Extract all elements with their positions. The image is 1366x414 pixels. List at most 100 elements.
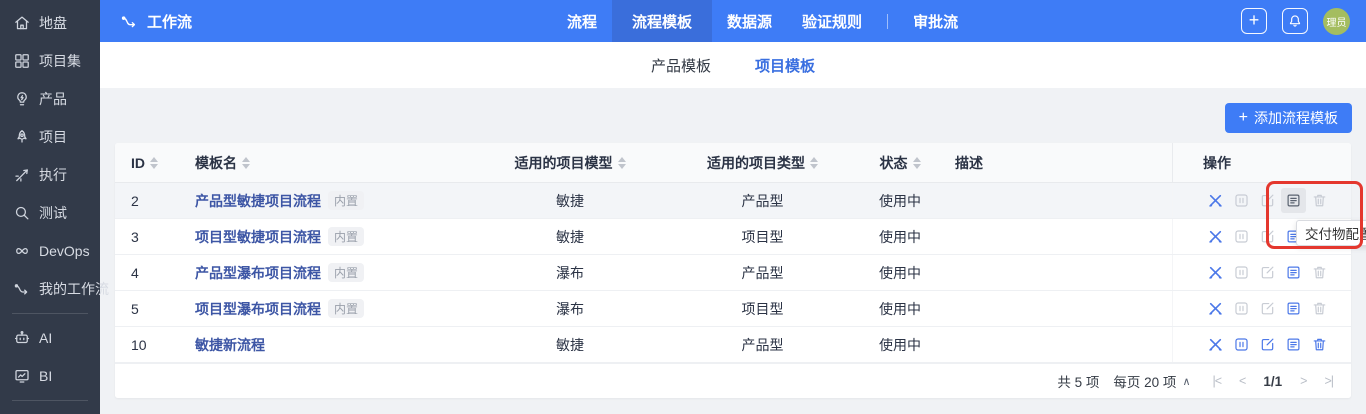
- sidebar-item-my-workflow[interactable]: 我的工作流: [0, 270, 100, 308]
- cell-status: 使用中: [845, 335, 955, 355]
- notification-button[interactable]: [1282, 8, 1308, 34]
- template-link[interactable]: 敏捷新流程: [195, 335, 265, 355]
- table-row: 5项目型瀑布项目流程内置瀑布项目型使用中: [115, 291, 1351, 327]
- sidebar-item-product[interactable]: 产品: [0, 80, 100, 118]
- current-page-indicator: 1/1: [1263, 374, 1282, 389]
- nav-item-process[interactable]: 流程: [552, 0, 612, 42]
- delete-button[interactable]: [1307, 188, 1332, 213]
- cell-template-name: 项目型敏捷项目流程内置: [179, 227, 460, 247]
- delete-button[interactable]: [1307, 332, 1332, 357]
- deliverable-config-button[interactable]: [1281, 296, 1306, 321]
- page-size-select[interactable]: 每页 20 项 ∧: [1113, 371, 1190, 391]
- template-link[interactable]: 项目型敏捷项目流程: [195, 227, 321, 247]
- cell-id: 2: [115, 193, 179, 209]
- column-header-label: 适用的项目类型: [707, 153, 805, 173]
- column-header: 操作: [1172, 143, 1351, 182]
- delete-button[interactable]: [1307, 260, 1332, 285]
- workflow-design-button[interactable]: [1203, 224, 1228, 249]
- sidebar-item-home[interactable]: 地盘: [0, 4, 100, 42]
- workflow-design-button[interactable]: [1203, 260, 1228, 285]
- top-header: 工作流 流程流程模板数据源验证规则审批流 + 理员: [100, 0, 1366, 42]
- workflow-icon: [120, 12, 139, 31]
- template-link[interactable]: 产品型敏捷项目流程: [195, 191, 321, 211]
- edit-button[interactable]: [1255, 224, 1280, 249]
- cell-type: 产品型: [680, 191, 845, 211]
- pause-icon: [1233, 264, 1250, 281]
- delete-icon: [1311, 300, 1328, 317]
- bulb-icon: [13, 90, 31, 108]
- nav-item-validation-rule[interactable]: 验证规则: [787, 0, 877, 42]
- deliverable-config-icon: [1285, 264, 1302, 281]
- template-table-card: ID模板名适用的项目模型适用的项目类型状态描述操作 2 产品型敏捷项目流程内置敏捷…: [115, 143, 1351, 398]
- deliverable-config-button[interactable]: [1281, 188, 1306, 213]
- nav-item-process-template[interactable]: 流程模板: [612, 0, 712, 42]
- sidebar-item-project-set[interactable]: 项目集: [0, 42, 100, 80]
- sidebar-item-label: 我的工作流: [39, 279, 109, 299]
- tab-project-template[interactable]: 项目模板: [755, 55, 815, 76]
- infinity-icon: [13, 242, 31, 260]
- template-link[interactable]: 项目型瀑布项目流程: [195, 299, 321, 319]
- total-count: 共 5 项: [1057, 371, 1099, 391]
- cell-actions: [1172, 291, 1351, 326]
- pause-button[interactable]: [1229, 332, 1254, 357]
- sidebar-item-ai[interactable]: AI: [0, 319, 100, 357]
- delete-icon: [1311, 336, 1328, 353]
- column-header: 模板名: [179, 153, 460, 173]
- table-header: ID模板名适用的项目模型适用的项目类型状态描述操作: [115, 143, 1351, 183]
- workflow-design-icon: [1207, 228, 1224, 245]
- edit-icon: [1259, 264, 1276, 281]
- pause-button[interactable]: [1229, 224, 1254, 249]
- pause-icon: [1233, 336, 1250, 353]
- tab-product-template[interactable]: 产品模板: [651, 55, 711, 76]
- page-size-label: 每页 20 项: [1113, 371, 1176, 391]
- deliverable-config-button[interactable]: [1281, 260, 1306, 285]
- last-page-button[interactable]: >|: [1324, 374, 1333, 388]
- nav-item-approval-flow[interactable]: 审批流: [898, 0, 973, 42]
- add-quick-button[interactable]: +: [1241, 8, 1267, 34]
- template-link[interactable]: 产品型瀑布项目流程: [195, 263, 321, 283]
- sort-icon[interactable]: [810, 157, 818, 169]
- nav-item-data-source[interactable]: 数据源: [712, 0, 787, 42]
- pagination: |< < 1/1 > >|: [1213, 374, 1334, 389]
- pause-button[interactable]: [1229, 260, 1254, 285]
- edit-button[interactable]: [1255, 332, 1280, 357]
- cell-status: 使用中: [845, 227, 955, 247]
- sidebar-item-execution[interactable]: 执行: [0, 156, 100, 194]
- builtin-badge: 内置: [328, 191, 364, 210]
- sidebar-item-project[interactable]: 项目: [0, 118, 100, 156]
- workflow-design-button[interactable]: [1203, 296, 1228, 321]
- edit-button[interactable]: [1255, 188, 1280, 213]
- deliverable-config-icon: [1285, 336, 1302, 353]
- template-tabs: 产品模板 项目模板: [100, 42, 1366, 88]
- next-page-button[interactable]: >: [1300, 374, 1306, 388]
- sidebar-item-label: 项目: [39, 127, 67, 147]
- sidebar-item-devops[interactable]: DevOps: [0, 232, 100, 270]
- cell-id: 4: [115, 265, 179, 281]
- avatar[interactable]: 理员: [1323, 8, 1350, 35]
- pause-button[interactable]: [1229, 188, 1254, 213]
- first-page-button[interactable]: |<: [1213, 374, 1222, 388]
- workflow-design-icon: [1207, 192, 1224, 209]
- home-icon: [13, 14, 31, 32]
- sidebar-item-test[interactable]: 测试: [0, 194, 100, 232]
- workflow-design-button[interactable]: [1203, 332, 1228, 357]
- deliverable-config-button[interactable]: [1281, 332, 1306, 357]
- pause-button[interactable]: [1229, 296, 1254, 321]
- workflow-design-button[interactable]: [1203, 188, 1228, 213]
- sort-icon[interactable]: [618, 157, 626, 169]
- delete-icon: [1311, 264, 1328, 281]
- cell-model: 瀑布: [460, 299, 680, 319]
- sort-icon[interactable]: [242, 157, 250, 169]
- column-header: 描述: [955, 153, 1172, 173]
- sort-icon[interactable]: [150, 157, 158, 169]
- prev-page-button[interactable]: <: [1239, 374, 1245, 388]
- delete-button[interactable]: [1307, 296, 1332, 321]
- content-area: + 添加流程模板 ID模板名适用的项目模型适用的项目类型状态描述操作 2产品型敏…: [100, 88, 1366, 414]
- edit-button[interactable]: [1255, 260, 1280, 285]
- cell-template-name: 敏捷新流程: [179, 335, 460, 355]
- sidebar-item-bi[interactable]: BI: [0, 357, 100, 395]
- add-template-button[interactable]: + 添加流程模板: [1225, 103, 1352, 133]
- sort-icon[interactable]: [913, 157, 921, 169]
- cell-model: 瀑布: [460, 263, 680, 283]
- edit-button[interactable]: [1255, 296, 1280, 321]
